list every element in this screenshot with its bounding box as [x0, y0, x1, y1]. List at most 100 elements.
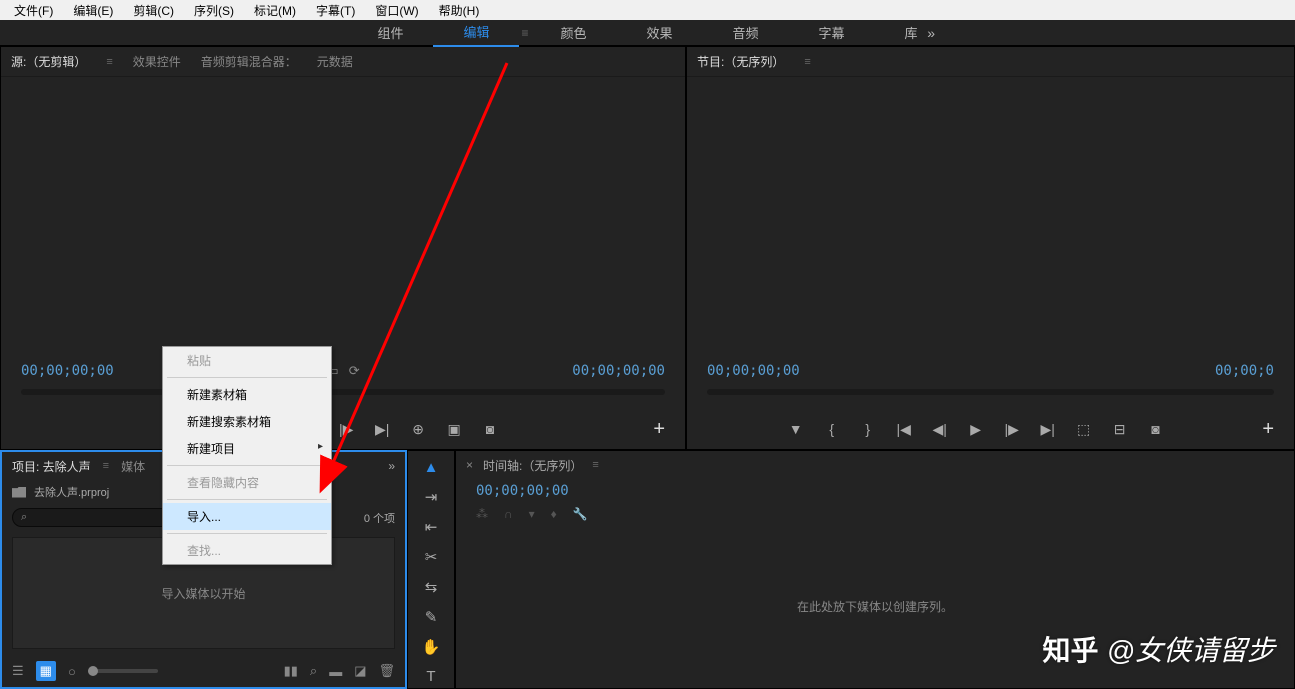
program-monitor	[687, 77, 1294, 353]
slip-tool-icon[interactable]: ⇆	[419, 578, 443, 596]
workspace-captions[interactable]: 字幕	[789, 19, 875, 46]
selection-tool-icon[interactable]: ▲	[419, 459, 443, 476]
new-item-icon[interactable]: ◪	[354, 663, 366, 679]
overwrite-icon[interactable]: ▣	[445, 421, 463, 438]
menu-marker[interactable]: 标记(M)	[244, 0, 306, 21]
tab-media-browser[interactable]: 媒体	[121, 454, 145, 479]
zhihu-logo: 知乎	[1043, 629, 1099, 669]
workspace-bar: 组件 编辑 ≡ 颜色 效果 音频 字幕 库 »	[0, 20, 1295, 46]
step-fwd-icon[interactable]: |▶	[337, 421, 355, 438]
add-marker-icon[interactable]: ▼	[787, 421, 805, 437]
workspace-audio[interactable]: 音频	[703, 19, 789, 46]
search-input[interactable]: ⌕	[12, 508, 177, 527]
step-fwd-icon[interactable]: |▶	[1003, 421, 1021, 438]
source-timecode-out[interactable]: 00;00;00;00	[572, 363, 665, 379]
trash-icon[interactable]: 🗑	[378, 663, 395, 679]
tab-effect-controls[interactable]: 效果控件	[133, 49, 181, 74]
freeform-view-icon[interactable]: ○	[68, 664, 76, 679]
program-scrubber[interactable]	[687, 389, 1294, 409]
tab-metadata[interactable]: 元数据	[317, 49, 353, 74]
workspace-effects[interactable]: 效果	[617, 19, 703, 46]
tab-menu-icon[interactable]: ≡	[592, 459, 598, 471]
play-icon[interactable]: ▶	[967, 421, 985, 438]
workspace-editing[interactable]: 编辑	[433, 18, 519, 47]
add-button-icon[interactable]: +	[653, 418, 665, 441]
settings-icon[interactable]: ⟳	[349, 363, 360, 379]
ctx-find: 查找...	[163, 537, 331, 564]
watermark: 知乎 @女侠请留步	[1043, 629, 1275, 669]
ctx-paste: 粘贴	[163, 347, 331, 374]
menu-sequence[interactable]: 序列(S)	[184, 0, 244, 21]
track-select-tool-icon[interactable]: ⇥	[419, 488, 443, 506]
menubar: 文件(F) 编辑(E) 剪辑(C) 序列(S) 标记(M) 字幕(T) 窗口(W…	[0, 0, 1295, 20]
workspace-sep-icon: ≡	[519, 26, 530, 40]
close-icon[interactable]: ×	[466, 458, 473, 472]
project-footer: ☰ ▦ ○ ▮▮ ⌕ ▬ ◪ 🗑	[2, 655, 405, 687]
razor-tool-icon[interactable]: ✂	[419, 548, 443, 566]
workspace-overflow-icon[interactable]: »	[927, 25, 935, 41]
goto-in-icon[interactable]: |◀	[895, 421, 913, 438]
ripple-edit-tool-icon[interactable]: ⇤	[419, 518, 443, 536]
lift-icon[interactable]: ⬚	[1075, 421, 1093, 438]
submenu-arrow-icon: ▸	[318, 441, 323, 452]
timeline-hint: 在此处放下媒体以创建序列。	[797, 598, 953, 615]
marker-icon[interactable]: ♦	[551, 507, 557, 521]
export-frame-icon[interactable]: ◙	[481, 421, 499, 437]
ctx-view-hidden: 查看隐藏内容	[163, 469, 331, 496]
icon-view-icon[interactable]: ▦	[36, 661, 56, 681]
tab-program[interactable]: 节目:（无序列）	[697, 49, 784, 74]
workspace-color[interactable]: 颜色	[530, 19, 616, 46]
tab-menu-icon[interactable]: ≡	[103, 460, 109, 472]
program-timecode-in[interactable]: 00;00;00;00	[707, 363, 800, 379]
menu-window[interactable]: 窗口(W)	[365, 0, 428, 21]
settings-icon[interactable]: 🔧	[573, 507, 588, 521]
menu-clip[interactable]: 剪辑(C)	[123, 0, 184, 21]
tab-menu-icon[interactable]: ≡	[804, 56, 810, 68]
tab-audio-mixer[interactable]: 音频剪辑混合器：	[201, 49, 297, 74]
source-timecode-in[interactable]: 00;00;00;00	[21, 363, 114, 379]
menu-file[interactable]: 文件(F)	[4, 0, 63, 21]
list-view-icon[interactable]: ☰	[12, 663, 24, 679]
workspace-libraries[interactable]: 库	[875, 19, 948, 46]
hand-tool-icon[interactable]: ✋	[419, 638, 443, 656]
insert-icon[interactable]: ⊕	[409, 421, 427, 438]
find-icon[interactable]: ⌕	[310, 663, 317, 679]
linked-selection-icon[interactable]: ∩	[504, 507, 513, 521]
automate-icon[interactable]: ▮▮	[284, 663, 298, 679]
mark-out-icon[interactable]: }	[859, 421, 877, 437]
add-marker-icon[interactable]: ▾	[529, 507, 535, 521]
tab-menu-icon[interactable]: ≡	[106, 56, 112, 68]
folder-icon	[12, 487, 26, 498]
type-tool-icon[interactable]: T	[419, 668, 443, 685]
goto-out-icon[interactable]: ▶|	[1039, 421, 1057, 438]
timeline-timecode[interactable]: 00;00;00;00	[476, 483, 569, 499]
add-button-icon[interactable]: +	[1262, 418, 1274, 441]
source-tabs: 源:（无剪辑） ≡ 效果控件 音频剪辑混合器： 元数据	[1, 47, 685, 77]
export-frame-icon[interactable]: ◙	[1147, 421, 1165, 437]
item-count: 0 个项	[364, 510, 395, 526]
tab-project[interactable]: 项目: 去除人声	[12, 454, 91, 479]
zoom-slider[interactable]	[88, 669, 158, 673]
pen-tool-icon[interactable]: ✎	[419, 608, 443, 626]
mark-in-icon[interactable]: {	[823, 421, 841, 437]
ctx-new-search-bin[interactable]: 新建搜索素材箱	[163, 408, 331, 435]
program-transport: ▼ { } |◀ ◀| ▶ |▶ ▶| ⬚ ⊟ ◙ +	[687, 409, 1294, 449]
step-back-icon[interactable]: ◀|	[931, 421, 949, 438]
snap-icon[interactable]: ⁂	[476, 507, 488, 521]
menu-title[interactable]: 字幕(T)	[306, 0, 365, 21]
source-monitor	[1, 77, 685, 353]
source-scrubber[interactable]	[1, 389, 685, 409]
extract-icon[interactable]: ⊟	[1111, 421, 1129, 438]
menu-edit[interactable]: 编辑(E)	[63, 0, 123, 21]
tab-source[interactable]: 源:（无剪辑）	[11, 49, 86, 74]
panel-overflow-icon[interactable]: »	[388, 459, 395, 473]
ctx-import[interactable]: 导入...	[163, 503, 331, 530]
program-timecode-out[interactable]: 00;00;0	[1215, 363, 1274, 379]
program-tabs: 节目:（无序列） ≡	[687, 47, 1294, 77]
ctx-new-item[interactable]: 新建项目 ▸	[163, 435, 331, 462]
ctx-new-bin[interactable]: 新建素材箱	[163, 381, 331, 408]
goto-out-icon[interactable]: ▶|	[373, 421, 391, 438]
search-icon: ⌕	[21, 511, 27, 524]
new-bin-icon[interactable]: ▬	[329, 664, 342, 679]
workspace-assembly[interactable]: 组件	[347, 19, 433, 46]
